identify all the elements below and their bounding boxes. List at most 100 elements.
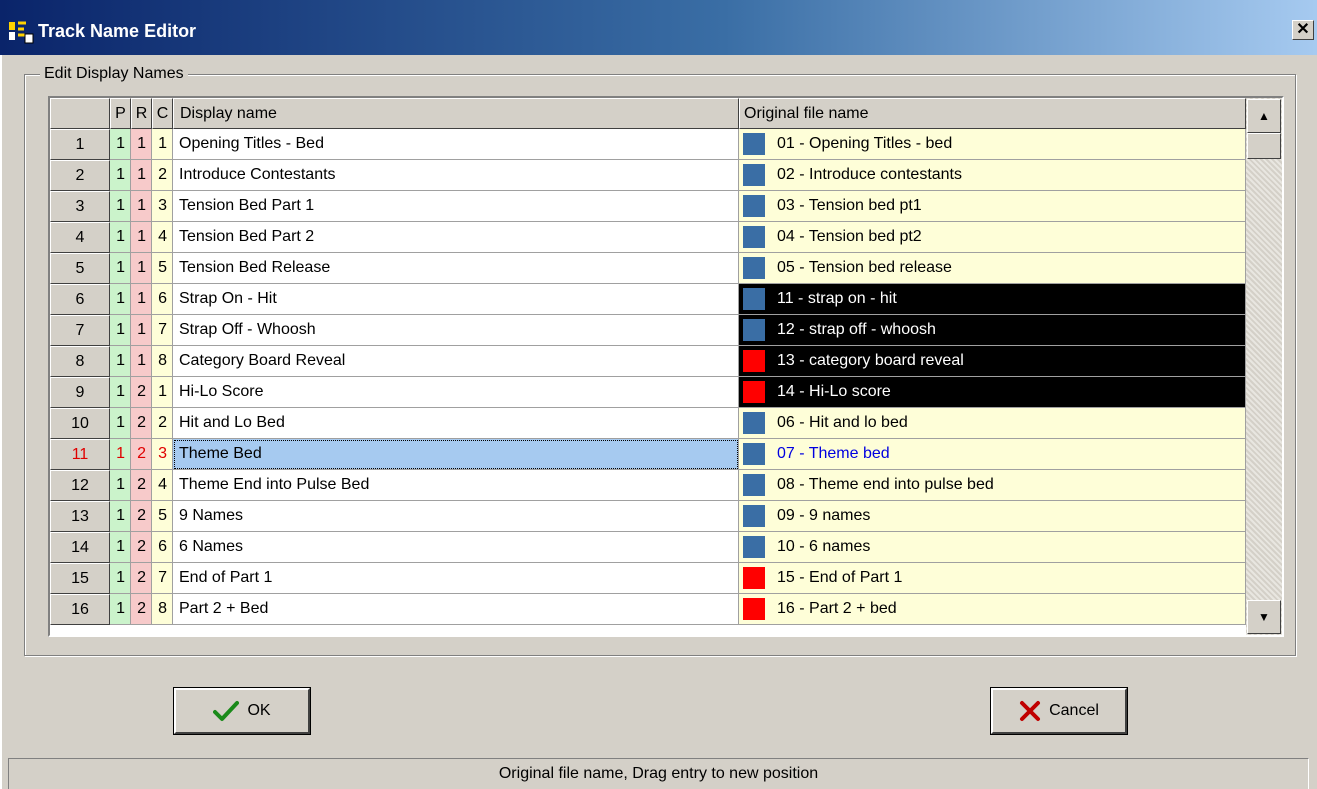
cell-p[interactable]: 1 xyxy=(110,191,131,222)
table-row[interactable]: 14 1 2 6 6 Names 10 - 6 names xyxy=(50,532,1246,563)
table-row[interactable]: 6 1 1 6 Strap On - Hit 11 - strap on - hit xyxy=(50,284,1246,315)
cell-original-file-name[interactable]: 02 - Introduce contestants xyxy=(739,160,1246,191)
header-original-file-name[interactable]: Original file name xyxy=(739,98,1246,129)
scroll-down-icon[interactable]: ▼ xyxy=(1247,600,1281,634)
row-number[interactable]: 9 xyxy=(50,377,110,408)
table-row[interactable]: 12 1 2 4 Theme End into Pulse Bed 08 - Theme … xyxy=(50,470,1246,501)
cell-c[interactable]: 2 xyxy=(152,160,173,191)
cell-c[interactable]: 1 xyxy=(152,129,173,160)
header-c[interactable]: C xyxy=(152,98,173,129)
row-number[interactable]: 11 xyxy=(50,439,110,470)
row-number[interactable]: 7 xyxy=(50,315,110,346)
cell-original-file-name[interactable]: 01 - Opening Titles - bed xyxy=(739,129,1246,160)
cell-display-name[interactable]: End of Part 1 xyxy=(173,563,739,594)
cell-c[interactable]: 5 xyxy=(152,253,173,284)
cell-display-name[interactable]: 9 Names xyxy=(173,501,739,532)
cell-display-name[interactable]: Tension Bed Release xyxy=(173,253,739,284)
table-row[interactable]: 4 1 1 4 Tension Bed Part 2 04 - Tension bed p… xyxy=(50,222,1246,253)
cell-r[interactable]: 2 xyxy=(131,563,152,594)
cell-r[interactable]: 1 xyxy=(131,191,152,222)
cell-original-file-name[interactable]: 03 - Tension bed pt1 xyxy=(739,191,1246,222)
cell-c[interactable]: 8 xyxy=(152,594,173,625)
vertical-scrollbar[interactable]: ▲ ▼ xyxy=(1246,98,1282,635)
cell-display-name[interactable]: Category Board Reveal xyxy=(173,346,739,377)
cell-c[interactable]: 3 xyxy=(152,439,173,470)
cell-display-name[interactable]: Introduce Contestants xyxy=(173,160,739,191)
cell-c[interactable]: 6 xyxy=(152,284,173,315)
cell-original-file-name[interactable]: 06 - Hit and lo bed xyxy=(739,408,1246,439)
close-icon[interactable]: ✕ xyxy=(1292,20,1314,40)
title-bar[interactable]: Track Name Editor ✕ xyxy=(0,0,1317,55)
row-number[interactable]: 12 xyxy=(50,470,110,501)
header-display-name[interactable]: Display name xyxy=(173,98,739,129)
cell-original-file-name[interactable]: 12 - strap off - whoosh xyxy=(739,315,1246,346)
cell-r[interactable]: 2 xyxy=(131,532,152,563)
cell-display-name[interactable]: Tension Bed Part 2 xyxy=(173,222,739,253)
cell-original-file-name[interactable]: 15 - End of Part 1 xyxy=(739,563,1246,594)
cell-p[interactable]: 1 xyxy=(110,315,131,346)
cell-r[interactable]: 2 xyxy=(131,439,152,470)
table-row[interactable]: 13 1 2 5 9 Names 09 - 9 names xyxy=(50,501,1246,532)
cell-r[interactable]: 1 xyxy=(131,315,152,346)
cell-display-name[interactable]: Tension Bed Part 1 xyxy=(173,191,739,222)
table-row[interactable]: 3 1 1 3 Tension Bed Part 1 03 - Tension bed p… xyxy=(50,191,1246,222)
cell-display-name[interactable]: Part 2 + Bed xyxy=(173,594,739,625)
cell-c[interactable]: 1 xyxy=(152,377,173,408)
cell-original-file-name[interactable]: 14 - Hi-Lo score xyxy=(739,377,1246,408)
ok-button[interactable]: OK xyxy=(173,687,311,735)
cell-display-name[interactable]: Hi-Lo Score xyxy=(173,377,739,408)
cell-r[interactable]: 2 xyxy=(131,377,152,408)
cell-p[interactable]: 1 xyxy=(110,377,131,408)
track-grid[interactable]: P R C Display name Original file name 11… xyxy=(48,96,1284,637)
row-number[interactable]: 6 xyxy=(50,284,110,315)
cell-r[interactable]: 2 xyxy=(131,470,152,501)
cell-display-name[interactable]: Theme Bed xyxy=(173,439,739,470)
cell-p[interactable]: 1 xyxy=(110,129,131,160)
cell-p[interactable]: 1 xyxy=(110,346,131,377)
cell-original-file-name[interactable]: 04 - Tension bed pt2 xyxy=(739,222,1246,253)
table-row[interactable]: 16 1 2 8 Part 2 + Bed 16 - Part 2 + bed xyxy=(50,594,1246,625)
cell-r[interactable]: 1 xyxy=(131,129,152,160)
cell-p[interactable]: 1 xyxy=(110,563,131,594)
row-number[interactable]: 14 xyxy=(50,532,110,563)
cell-p[interactable]: 1 xyxy=(110,501,131,532)
cell-r[interactable]: 1 xyxy=(131,160,152,191)
cell-c[interactable]: 5 xyxy=(152,501,173,532)
cancel-button[interactable]: Cancel xyxy=(990,687,1128,735)
row-number[interactable]: 16 xyxy=(50,594,110,625)
cell-p[interactable]: 1 xyxy=(110,470,131,501)
table-row[interactable]: 15 1 2 7 End of Part 1 15 - End of Part 1 xyxy=(50,563,1246,594)
cell-p[interactable]: 1 xyxy=(110,439,131,470)
cell-p[interactable]: 1 xyxy=(110,594,131,625)
cell-c[interactable]: 7 xyxy=(152,563,173,594)
row-number[interactable]: 3 xyxy=(50,191,110,222)
cell-p[interactable]: 1 xyxy=(110,408,131,439)
cell-display-name[interactable]: Opening Titles - Bed xyxy=(173,129,739,160)
cell-c[interactable]: 8 xyxy=(152,346,173,377)
cell-c[interactable]: 3 xyxy=(152,191,173,222)
cell-c[interactable]: 4 xyxy=(152,470,173,501)
row-number[interactable]: 5 xyxy=(50,253,110,284)
table-row[interactable]: 5 1 1 5 Tension Bed Release 05 - Tension bed … xyxy=(50,253,1246,284)
cell-display-name[interactable]: 6 Names xyxy=(173,532,739,563)
cell-original-file-name[interactable]: 09 - 9 names xyxy=(739,501,1246,532)
cell-r[interactable]: 2 xyxy=(131,501,152,532)
cell-original-file-name[interactable]: 11 - strap on - hit xyxy=(739,284,1246,315)
table-row[interactable]: 10 1 2 2 Hit and Lo Bed 06 - Hit and lo bed xyxy=(50,408,1246,439)
scroll-up-icon[interactable]: ▲ xyxy=(1247,99,1281,133)
header-p[interactable]: P xyxy=(110,98,131,129)
table-row[interactable]: 1 1 1 1 Opening Titles - Bed 01 - Opening Tit… xyxy=(50,129,1246,160)
table-row[interactable]: 7 1 1 7 Strap Off - Whoosh 12 - strap off - w… xyxy=(50,315,1246,346)
cell-c[interactable]: 7 xyxy=(152,315,173,346)
cell-p[interactable]: 1 xyxy=(110,532,131,563)
cell-original-file-name[interactable]: 10 - 6 names xyxy=(739,532,1246,563)
table-row[interactable]: 9 1 2 1 Hi-Lo Score 14 - Hi-Lo score xyxy=(50,377,1246,408)
table-row[interactable]: 2 1 1 2 Introduce Contestants 02 - Introduce … xyxy=(50,160,1246,191)
row-number[interactable]: 15 xyxy=(50,563,110,594)
row-number[interactable]: 10 xyxy=(50,408,110,439)
cell-original-file-name[interactable]: 08 - Theme end into pulse bed xyxy=(739,470,1246,501)
cell-c[interactable]: 4 xyxy=(152,222,173,253)
cell-p[interactable]: 1 xyxy=(110,253,131,284)
cell-r[interactable]: 1 xyxy=(131,253,152,284)
table-row[interactable]: 11 1 2 3 Theme Bed 07 - Theme bed xyxy=(50,439,1246,470)
